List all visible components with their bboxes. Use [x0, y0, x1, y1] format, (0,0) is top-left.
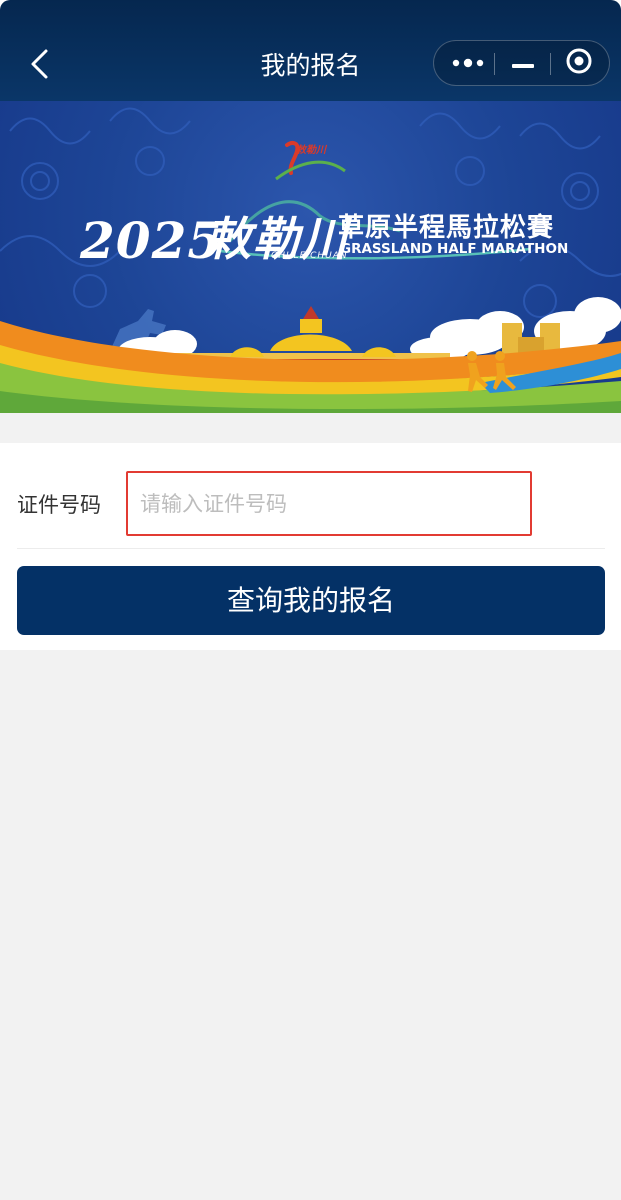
capsule-divider	[550, 53, 551, 75]
target-circle-icon	[565, 47, 593, 79]
query-form: 证件号码 查询我的报名	[0, 443, 621, 650]
capsule-menu	[433, 40, 610, 86]
more-options-button[interactable]	[442, 41, 494, 85]
minimize-button[interactable]	[496, 41, 550, 85]
mini-program-window: 我的报名 敕勒川 2025 敕勒川 CHI LE CHUAN 草原半程馬拉松賽 …	[0, 0, 621, 1200]
minimize-icon	[512, 54, 534, 73]
close-miniprogram-button[interactable]	[552, 41, 606, 85]
banner-logo-text: 敕勒川	[296, 145, 326, 156]
banner-year: 2025	[80, 211, 224, 270]
id-number-label: 证件号码	[17, 493, 101, 517]
capsule-divider	[494, 53, 495, 75]
id-number-input[interactable]	[126, 471, 532, 536]
form-divider	[17, 548, 605, 549]
more-dots-icon	[451, 54, 485, 73]
banner-race-title-cn: 草原半程馬拉松賽	[338, 213, 555, 243]
event-banner: 敕勒川 2025 敕勒川 CHI LE CHUAN 草原半程馬拉松賽 GRASS…	[0, 101, 621, 413]
query-registration-button[interactable]: 查询我的报名	[17, 566, 605, 635]
banner-race-title-en: GRASSLAND HALF MARATHON	[340, 241, 569, 257]
banner-pinyin: CHI LE CHUAN	[271, 251, 348, 261]
top-navigation-bar: 我的报名	[0, 0, 621, 101]
